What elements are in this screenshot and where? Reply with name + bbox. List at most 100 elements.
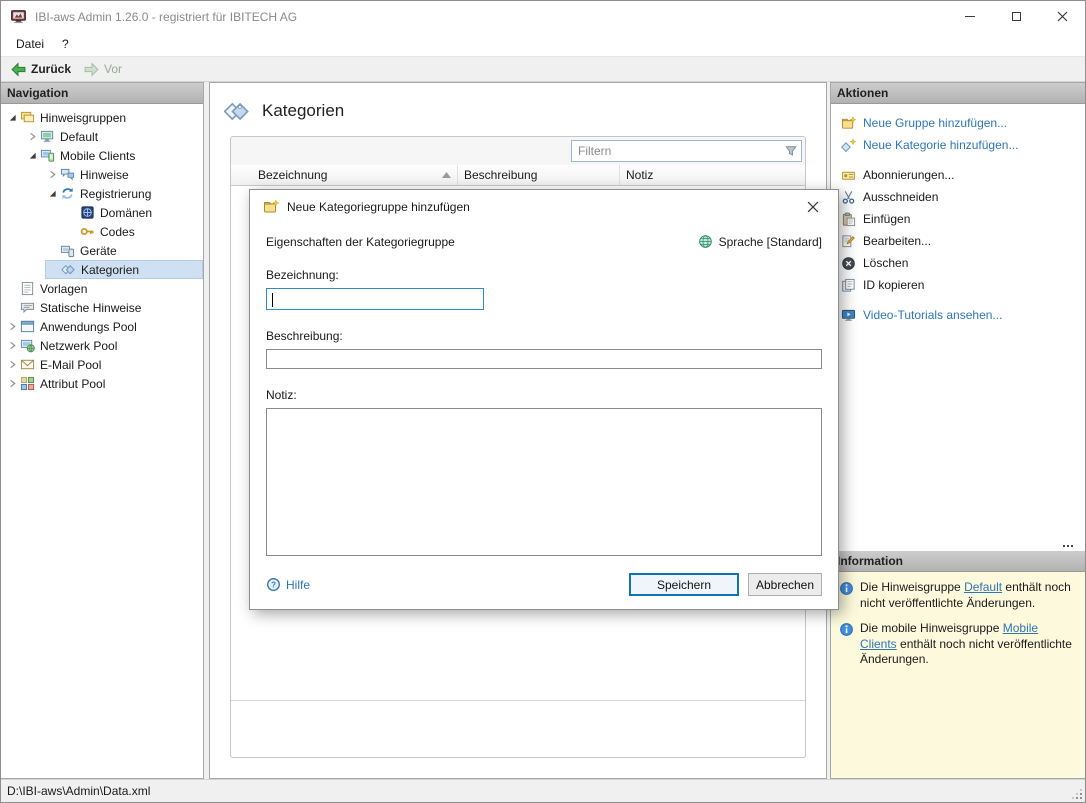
tree-item-kategorien[interactable]: Kategorien [1, 260, 203, 279]
column-header-bezeichnung[interactable]: Bezeichnung [231, 165, 458, 185]
tree-row-band: Anwendungs Pool [5, 317, 203, 336]
templates-icon [19, 281, 35, 296]
chevron-collapsed-icon[interactable] [5, 360, 19, 369]
tree-item-label: Kategorien [81, 263, 139, 277]
dialog-close-button[interactable] [801, 195, 825, 219]
chevron-collapsed-icon[interactable] [5, 322, 19, 331]
chevron-collapsed-icon[interactable] [5, 379, 19, 388]
info-icon [839, 581, 854, 611]
tree-row-band-selected: Kategorien [45, 260, 203, 279]
copy-id-icon [841, 278, 856, 293]
maximize-button[interactable] [993, 1, 1039, 32]
chevron-expanded-icon[interactable] [25, 151, 39, 160]
attribute-pool-icon [19, 376, 35, 391]
actions-header: Aktionen [831, 83, 1085, 104]
forward-button[interactable]: Vor [81, 60, 128, 79]
tree-row-band: Codes [65, 222, 203, 241]
tree-item-mobile-clients[interactable]: Mobile Clients [1, 146, 203, 165]
overflow-ellipsis-icon[interactable] [1063, 545, 1075, 548]
beschreibung-label: Beschreibung: [266, 329, 822, 343]
language-selector[interactable]: Sprache [Standard] [698, 234, 822, 249]
notiz-textarea[interactable] [266, 408, 822, 556]
tree-item-anwendungs-pool[interactable]: Anwendungs Pool [1, 317, 203, 336]
table-header: Bezeichnung Beschreibung Notiz [231, 165, 805, 186]
close-button[interactable] [1039, 1, 1085, 32]
tree-item-e-mail-pool[interactable]: E-Mail Pool [1, 355, 203, 374]
chevron-expanded-icon[interactable] [5, 113, 19, 122]
tree-item-attribut-pool[interactable]: Attribut Pool [1, 374, 203, 393]
column-label: Bezeichnung [258, 168, 327, 182]
menu-datei[interactable]: Datei [7, 34, 53, 54]
status-bar: D:\IBI-aws\Admin\Data.xml [1, 779, 1085, 802]
info-icon [839, 622, 854, 668]
tree-item-codes[interactable]: Codes [1, 222, 203, 241]
tree-row-band: E-Mail Pool [5, 355, 203, 374]
resize-grip[interactable] [1072, 789, 1083, 800]
info-text-before: Die mobile Hinweisgruppe [860, 621, 1003, 635]
cut-icon [841, 190, 856, 205]
tree-row-band: Geräte [45, 241, 203, 260]
chevron-collapsed-icon[interactable] [25, 132, 39, 141]
action-abonnierungen[interactable]: Abonnierungen... [831, 164, 1085, 186]
dialog-titlebar: Neue Kategoriegruppe hinzufügen [250, 190, 838, 224]
filter-funnel-icon[interactable] [784, 144, 798, 158]
tree-item-default[interactable]: Default [1, 127, 203, 146]
chevron-collapsed-icon[interactable] [5, 341, 19, 350]
tree-item-label: Anwendungs Pool [40, 320, 137, 334]
info-link-default[interactable]: Default [964, 580, 1002, 594]
tree-item-hinweise[interactable]: Hinweise [1, 165, 203, 184]
tree-item-statische-hinweise[interactable]: Statische Hinweise [1, 298, 203, 317]
column-header-notiz[interactable]: Notiz [620, 165, 805, 185]
chevron-collapsed-icon[interactable] [45, 170, 59, 179]
window-title: IBI-aws Admin 1.26.0 - registriert für I… [35, 10, 947, 24]
save-button[interactable]: Speichern [629, 573, 739, 596]
tree-row-band: Hinweise [45, 165, 203, 184]
column-label: Notiz [626, 168, 653, 182]
minimize-button[interactable] [947, 1, 993, 32]
chevron-expanded-icon[interactable] [45, 189, 59, 198]
help-icon: ? [266, 577, 281, 592]
tree-item-label: Mobile Clients [60, 149, 135, 163]
bezeichnung-input[interactable] [266, 288, 484, 310]
maximize-icon [1012, 12, 1021, 21]
help-link[interactable]: ? Hilfe [266, 577, 310, 592]
action-einfuegen[interactable]: Einfügen [831, 208, 1085, 230]
mobile-clients-icon [39, 148, 55, 163]
action-bearbeiten[interactable]: Bearbeiten... [831, 230, 1085, 252]
domain-icon [79, 205, 95, 220]
tree-item-label: Statische Hinweise [40, 301, 141, 315]
tree-item-netzwerk-pool[interactable]: Netzwerk Pool [1, 336, 203, 355]
tree-item-label: Netzwerk Pool [40, 339, 117, 353]
action-ausschneiden[interactable]: Ausschneiden [831, 186, 1085, 208]
tree-item-geraete[interactable]: Geräte [1, 241, 203, 260]
filter-input[interactable] [571, 140, 802, 162]
information-panel: Die Hinweisgruppe Default enthält noch n… [831, 572, 1085, 778]
tree-item-label: Geräte [80, 244, 117, 258]
tree-row-band: Hinweisgruppen [5, 108, 203, 127]
action-neue-gruppe[interactable]: Neue Gruppe hinzufügen... [831, 112, 1085, 134]
column-label: Beschreibung [464, 168, 537, 182]
action-video-tutorials[interactable]: Video-Tutorials ansehen... [831, 304, 1085, 326]
menu-bar: Datei ? [1, 32, 1085, 56]
beschreibung-input[interactable] [266, 349, 822, 369]
action-label: Ausschneiden [863, 190, 938, 204]
language-label: Sprache [Standard] [719, 235, 822, 249]
tree-item-label: Registrierung [80, 187, 151, 201]
tree-item-hinweisgruppen[interactable]: Hinweisgruppen [1, 108, 203, 127]
info-text: Die mobile Hinweisgruppe Mobile Clients … [860, 621, 1077, 668]
app-icon [10, 8, 27, 25]
tree-item-registrierung[interactable]: Registrierung [1, 184, 203, 203]
back-button[interactable]: Zurück [8, 60, 77, 79]
close-icon [1057, 11, 1068, 22]
action-loeschen[interactable]: Löschen [831, 252, 1085, 274]
action-neue-kategorie[interactable]: Neue Kategorie hinzufügen... [831, 134, 1085, 156]
navigation-tree: Hinweisgruppen Default Mobile Clients Hi… [1, 104, 203, 778]
action-label: Neue Gruppe hinzufügen... [863, 116, 1007, 130]
tree-item-vorlagen[interactable]: Vorlagen [1, 279, 203, 298]
action-id-kopieren[interactable]: ID kopieren [831, 274, 1085, 296]
menu-help[interactable]: ? [53, 34, 78, 54]
tree-row-band: Attribut Pool [5, 374, 203, 393]
column-header-beschreibung[interactable]: Beschreibung [458, 165, 620, 185]
tree-item-domaenen[interactable]: Domänen [1, 203, 203, 222]
cancel-button[interactable]: Abbrechen [748, 573, 822, 596]
